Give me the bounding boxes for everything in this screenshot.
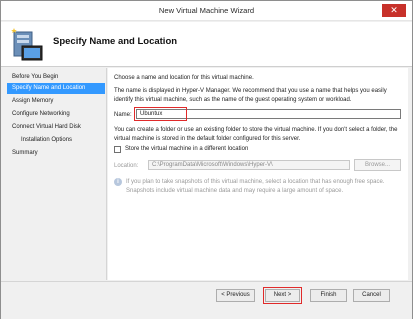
nav-item-installation-options[interactable]: Installation Options: [7, 135, 105, 146]
virtual-machine-icon: [11, 28, 43, 61]
next-highlight-box: [263, 287, 302, 304]
nav-item-connect-virtual-hard-disk[interactable]: Connect Virtual Hard Disk: [7, 122, 105, 133]
page-title: Specify Name and Location: [53, 36, 178, 47]
wizard-header: Specify Name and Location: [1, 22, 412, 67]
wizard-steps-nav: Before You Begin Specify Name and Locati…: [7, 68, 105, 280]
location-input[interactable]: C:\ProgramData\Microsoft\Windows\Hyper-V…: [148, 160, 350, 170]
cancel-button[interactable]: Cancel: [353, 289, 390, 302]
nav-item-before-you-begin[interactable]: Before You Begin: [7, 72, 105, 83]
store-different-location-checkbox[interactable]: [114, 146, 121, 153]
snapshot-info-text: If you plan to take snapshots of this vi…: [126, 179, 385, 194]
previous-button[interactable]: < Previous: [216, 289, 255, 302]
info-icon: i: [114, 178, 122, 186]
intro-text: Choose a name and location for this virt…: [114, 75, 254, 81]
nav-item-configure-networking[interactable]: Configure Networking: [7, 109, 105, 120]
nav-item-summary[interactable]: Summary: [7, 148, 105, 159]
content-panel: Choose a name and location for this virt…: [108, 68, 408, 280]
nav-item-specify-name-and-location[interactable]: Specify Name and Location: [7, 83, 105, 94]
close-button[interactable]: ✕: [382, 4, 406, 17]
browse-button[interactable]: Browse...: [354, 159, 401, 171]
sidebar-divider: [106, 68, 107, 280]
window-title: New Virtual Machine Wizard: [158, 6, 255, 15]
name-highlight-box: [134, 107, 187, 121]
location-label: Location:: [114, 163, 139, 169]
finish-button[interactable]: Finish: [310, 289, 347, 302]
folder-description-text: You can create a folder or use an existi…: [114, 127, 398, 142]
wizard-footer: [1, 281, 412, 319]
store-different-location-label[interactable]: Store the virtual machine in a different…: [125, 146, 248, 152]
nav-item-assign-memory[interactable]: Assign Memory: [7, 96, 105, 107]
wizard-window: New Virtual Machine Wizard ✕ Specify Nam…: [0, 0, 413, 319]
name-description-text: The name is displayed in Hyper-V Manager…: [114, 88, 387, 103]
name-label: Name:: [114, 112, 132, 118]
title-bar[interactable]: New Virtual Machine Wizard ✕: [1, 1, 412, 21]
